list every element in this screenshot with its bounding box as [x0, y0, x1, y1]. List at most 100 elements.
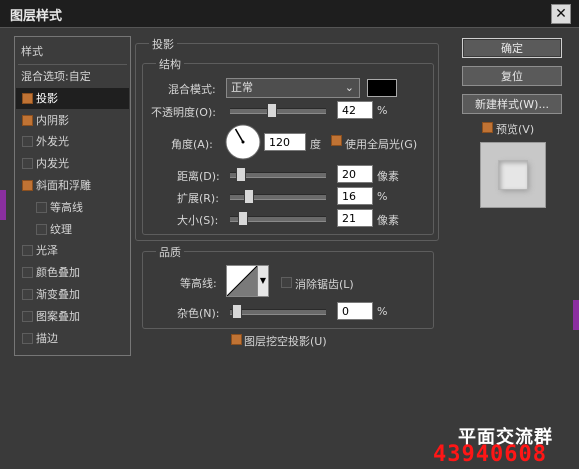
style-item-checkbox[interactable]: [22, 158, 33, 170]
style-item-checkbox[interactable]: [22, 267, 33, 279]
opacity-unit: %: [377, 104, 388, 117]
style-item-label: 图案叠加: [36, 309, 80, 323]
background-edge: [573, 300, 579, 330]
distance-label: 距离(D):: [177, 170, 220, 183]
structure-title: 结构: [156, 56, 184, 72]
contour-label: 等高线:: [180, 277, 217, 290]
new-style-button[interactable]: 新建样式(W)...: [462, 94, 562, 114]
knockout-label: 图层挖空投影(U): [244, 335, 327, 348]
window-title: 图层样式: [10, 9, 63, 24]
style-item-label: 渐变叠加: [36, 288, 80, 301]
style-item-checkbox[interactable]: [22, 136, 33, 148]
global-light-checkbox[interactable]: [331, 135, 342, 146]
style-item-checkbox[interactable]: [22, 114, 33, 126]
style-item[interactable]: 渐变叠加: [16, 284, 129, 305]
style-item[interactable]: 内阴影: [16, 110, 129, 131]
close-icon[interactable]: ✕: [551, 4, 571, 24]
distance-slider[interactable]: [230, 167, 326, 182]
style-item[interactable]: 外发光: [16, 131, 129, 152]
preview-label: 预览(V): [496, 123, 535, 136]
distance-input[interactable]: 20: [337, 165, 373, 183]
size-slider[interactable]: [230, 211, 326, 226]
size-unit: 像素: [377, 214, 399, 227]
noise-label: 杂色(N):: [177, 307, 220, 320]
style-item[interactable]: 等高线: [16, 197, 129, 218]
opacity-slider-thumb[interactable]: [267, 103, 277, 118]
preview-thumbnail: [480, 142, 546, 208]
drop-shadow-title: 投影: [149, 36, 177, 52]
global-light-label: 使用全局光(G): [345, 138, 418, 151]
noise-input[interactable]: 0: [337, 302, 373, 320]
style-item-checkbox[interactable]: [22, 180, 33, 191]
style-item[interactable]: 内发光: [16, 153, 129, 174]
preview-square: [498, 160, 528, 190]
spread-unit: %: [377, 190, 388, 203]
style-item[interactable]: 纹理: [16, 219, 129, 240]
blend-mode-value: 正常: [231, 81, 253, 94]
style-item[interactable]: 颜色叠加: [16, 262, 129, 283]
preview-checkbox[interactable]: [482, 122, 493, 133]
styles-list: 样式 混合选项:自定投影内阴影外发光内发光斜面和浮雕等高线纹理光泽颜色叠加渐变叠…: [14, 36, 131, 356]
watermark-line2: 43940608: [433, 442, 547, 467]
style-item-checkbox[interactable]: [22, 310, 33, 322]
style-item[interactable]: 斜面和浮雕: [16, 175, 129, 196]
size-slider-thumb[interactable]: [238, 211, 248, 226]
style-item[interactable]: 描边: [16, 328, 129, 349]
shadow-color-swatch[interactable]: [367, 79, 397, 97]
contour-picker[interactable]: [226, 265, 258, 297]
spread-slider-thumb[interactable]: [244, 189, 254, 204]
blend-mode-select[interactable]: 正常 ⌄: [226, 78, 360, 98]
spread-slider[interactable]: [230, 189, 326, 204]
antialias-checkbox[interactable]: [281, 277, 292, 288]
style-item-label: 光泽: [36, 244, 58, 258]
contour-dropdown-icon[interactable]: ▼: [257, 265, 269, 297]
style-item-checkbox[interactable]: [22, 332, 33, 344]
noise-unit: %: [377, 305, 388, 318]
opacity-label: 不透明度(O):: [151, 106, 216, 119]
style-item-label: 颜色叠加: [36, 266, 80, 280]
style-item-label: 内发光: [36, 157, 69, 171]
style-item-label: 外发光: [36, 135, 69, 149]
style-item-label: 斜面和浮雕: [36, 179, 91, 192]
size-input[interactable]: 21: [337, 209, 373, 227]
style-item[interactable]: 投影: [16, 87, 129, 109]
knockout-checkbox[interactable]: [231, 334, 242, 345]
style-item-label: 描边: [36, 331, 58, 345]
style-item-checkbox[interactable]: [22, 289, 33, 300]
noise-slider[interactable]: [230, 304, 326, 319]
noise-slider-thumb[interactable]: [232, 304, 242, 319]
distance-slider-thumb[interactable]: [236, 167, 246, 182]
title-bar: 图层样式 ✕: [0, 0, 579, 28]
ok-button[interactable]: 确定: [462, 38, 562, 58]
background-edge: [0, 190, 6, 220]
style-item[interactable]: 混合选项:自定: [16, 66, 129, 87]
distance-unit: 像素: [377, 170, 399, 183]
angle-dial[interactable]: [224, 123, 262, 161]
style-item-label: 等高线: [50, 200, 83, 214]
style-item[interactable]: 图案叠加: [16, 306, 129, 327]
angle-label: 角度(A):: [171, 138, 213, 151]
divider: [18, 64, 127, 65]
contour-linear-icon: [226, 265, 258, 297]
styles-header-label: 样式: [21, 45, 43, 58]
quality-title: 品质: [156, 244, 184, 260]
reset-button[interactable]: 复位: [462, 66, 562, 86]
size-label: 大小(S):: [177, 214, 219, 227]
style-item-checkbox[interactable]: [36, 201, 47, 213]
style-item-checkbox[interactable]: [22, 92, 33, 104]
chevron-down-icon: ⌄: [344, 81, 354, 94]
spread-input[interactable]: 16: [337, 187, 373, 205]
angle-input[interactable]: 120: [264, 133, 306, 151]
style-item[interactable]: 光泽: [16, 240, 129, 261]
styles-header[interactable]: 样式: [16, 41, 129, 62]
style-item-label: 混合选项:自定: [21, 70, 91, 83]
style-item-checkbox[interactable]: [22, 245, 33, 257]
antialias-label: 消除锯齿(L): [295, 278, 354, 291]
opacity-input[interactable]: 42: [337, 101, 373, 119]
spread-label: 扩展(R):: [177, 192, 219, 205]
opacity-slider[interactable]: [230, 103, 326, 118]
style-item-label: 内阴影: [36, 113, 69, 127]
style-item-label: 纹理: [50, 222, 72, 236]
blend-mode-label: 混合模式:: [168, 83, 216, 96]
style-item-checkbox[interactable]: [36, 223, 47, 235]
